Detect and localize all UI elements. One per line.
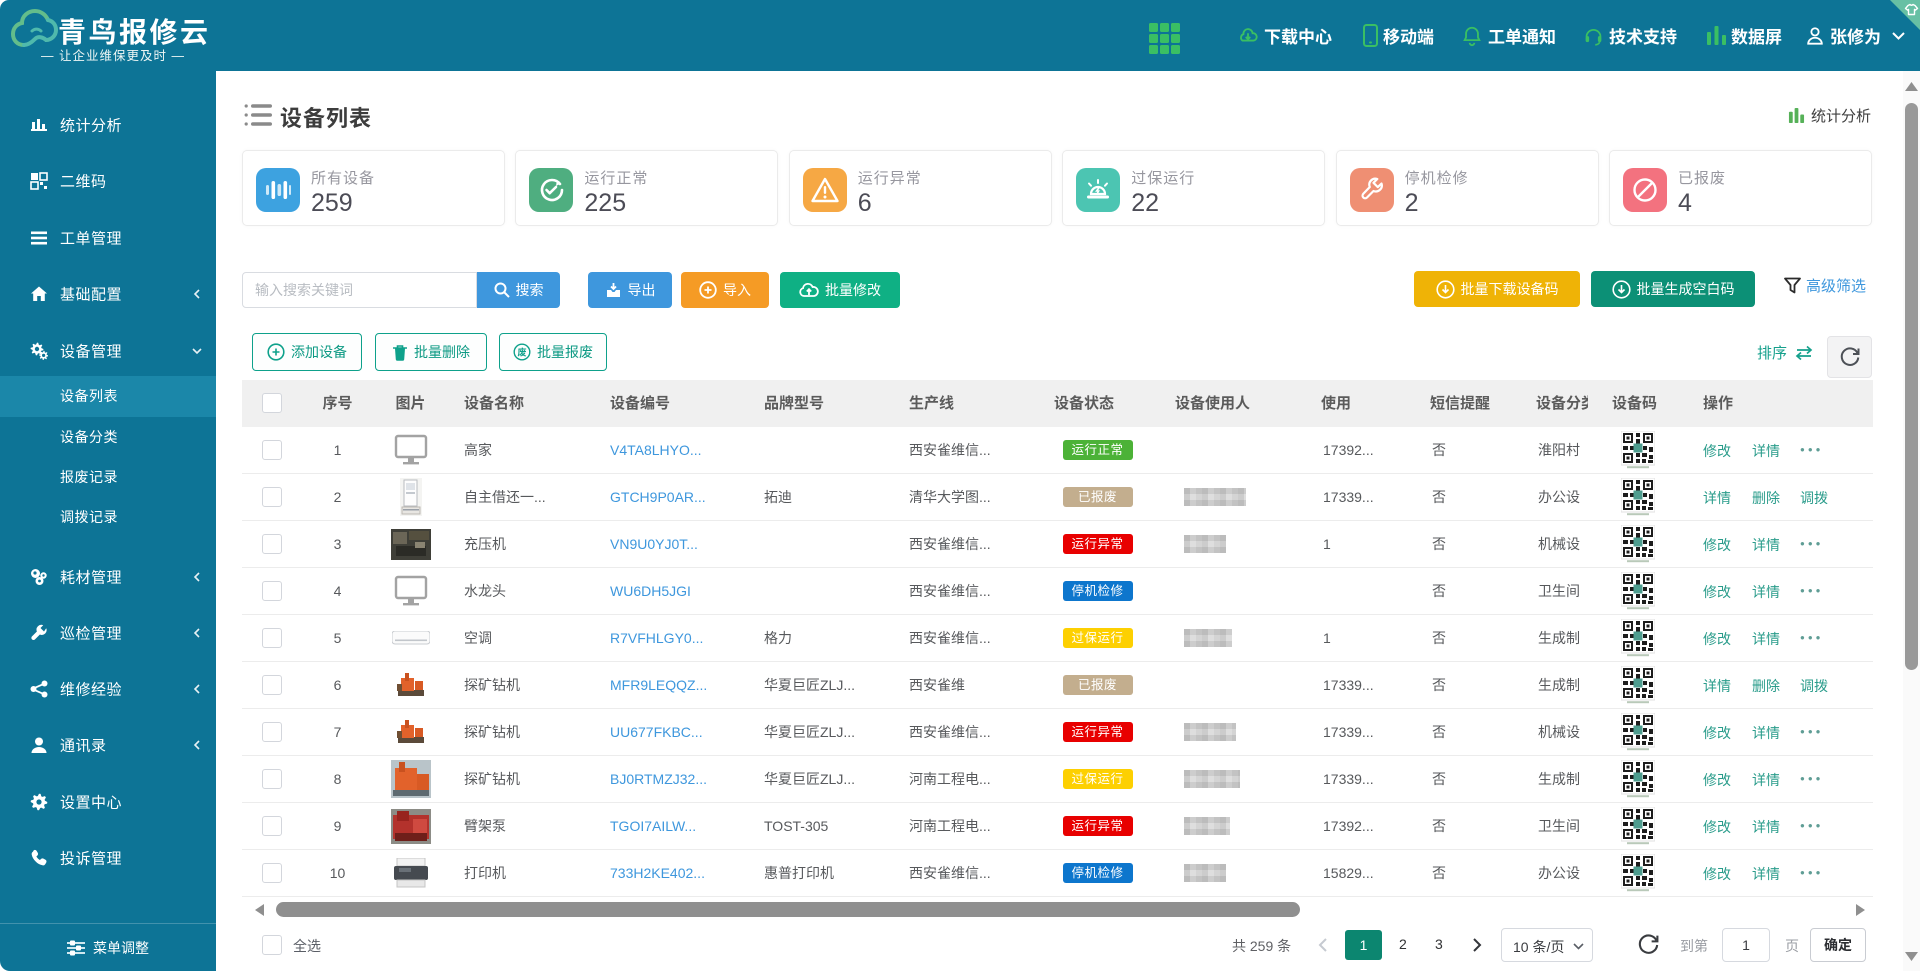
svg-text:废: 废	[517, 346, 526, 357]
